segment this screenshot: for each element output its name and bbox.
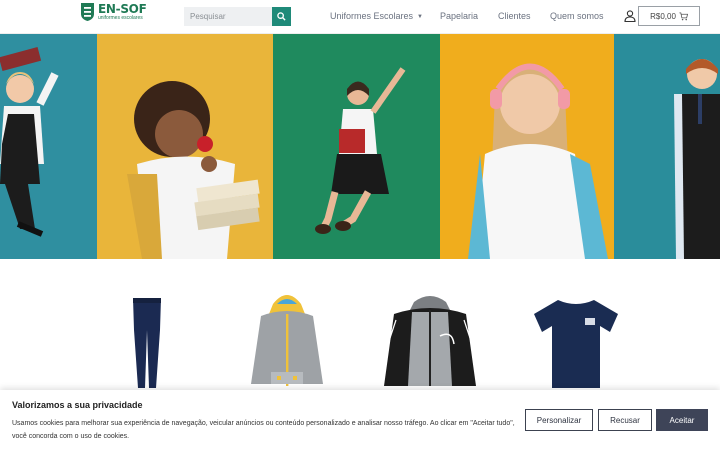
nav-clientes[interactable]: Clientes — [498, 11, 531, 21]
cookie-description: Usamos cookies para melhorar sua experiê… — [12, 420, 515, 440]
girl-jumping-illustration — [315, 67, 406, 234]
cart-icon — [679, 11, 688, 20]
search-button[interactable] — [272, 7, 291, 26]
product-grid — [0, 290, 720, 400]
girl-headphones-illustration — [468, 63, 608, 259]
page: EN-SOF uniformes escolares Uniformes Esc… — [0, 0, 720, 450]
logo-name: EN-SOF — [98, 2, 147, 16]
hero-banner — [0, 34, 720, 259]
hero-panel-girl-headphones — [440, 34, 614, 259]
site-logo[interactable]: EN-SOF uniformes escolares — [80, 2, 147, 22]
site-header: EN-SOF uniformes escolares Uniformes Esc… — [0, 0, 720, 34]
cart-button[interactable]: R$0,00 — [638, 6, 700, 26]
logo-subtitle: uniformes escolares — [98, 15, 143, 21]
search-bar — [184, 7, 291, 26]
nav-papelaria[interactable]: Papelaria — [440, 11, 478, 21]
cookie-consent-banner: Valorizamos a sua privacidade Usamos coo… — [0, 390, 720, 450]
navy-tshirt-icon — [534, 300, 618, 388]
shield-logo-icon — [80, 2, 95, 22]
search-icon — [277, 12, 286, 21]
hero-panel-girl-jumping — [273, 34, 440, 259]
product-navy-leggings[interactable] — [130, 290, 164, 395]
navy-leggings-icon — [133, 298, 161, 388]
user-account-icon[interactable] — [624, 9, 636, 23]
product-navy-tshirt[interactable] — [530, 290, 622, 395]
customize-button[interactable]: Personalizar — [525, 409, 593, 431]
reject-button[interactable]: Recusar — [598, 409, 652, 431]
product-black-grey-jacket[interactable] — [382, 290, 478, 395]
hero-panel-girl-apple — [97, 34, 273, 259]
nav-quem-somos[interactable]: Quem somos — [550, 11, 604, 21]
black-grey-jacket-icon — [384, 296, 476, 386]
product-grey-hoodie[interactable] — [247, 290, 327, 395]
grey-hoodie-icon — [251, 295, 323, 386]
cart-total: R$0,00 — [650, 11, 676, 21]
hero-panel-jumping-girl — [0, 34, 97, 259]
girl-with-apple-illustration — [127, 81, 260, 259]
chevron-down-icon: ▼ — [417, 14, 423, 20]
boy-uniform-illustration — [674, 59, 720, 259]
nav-uniformes-escolares[interactable]: Uniformes Escolares ▼ — [330, 11, 423, 21]
accept-button[interactable]: Aceitar — [656, 409, 708, 431]
jumping-girl-illustration — [0, 47, 59, 237]
nav-uniformes-label: Uniformes Escolares — [330, 11, 414, 21]
cookie-title: Valorizamos a sua privacidade — [12, 400, 143, 410]
hero-panel-boy-uniform — [614, 34, 720, 259]
search-input[interactable] — [184, 7, 272, 26]
